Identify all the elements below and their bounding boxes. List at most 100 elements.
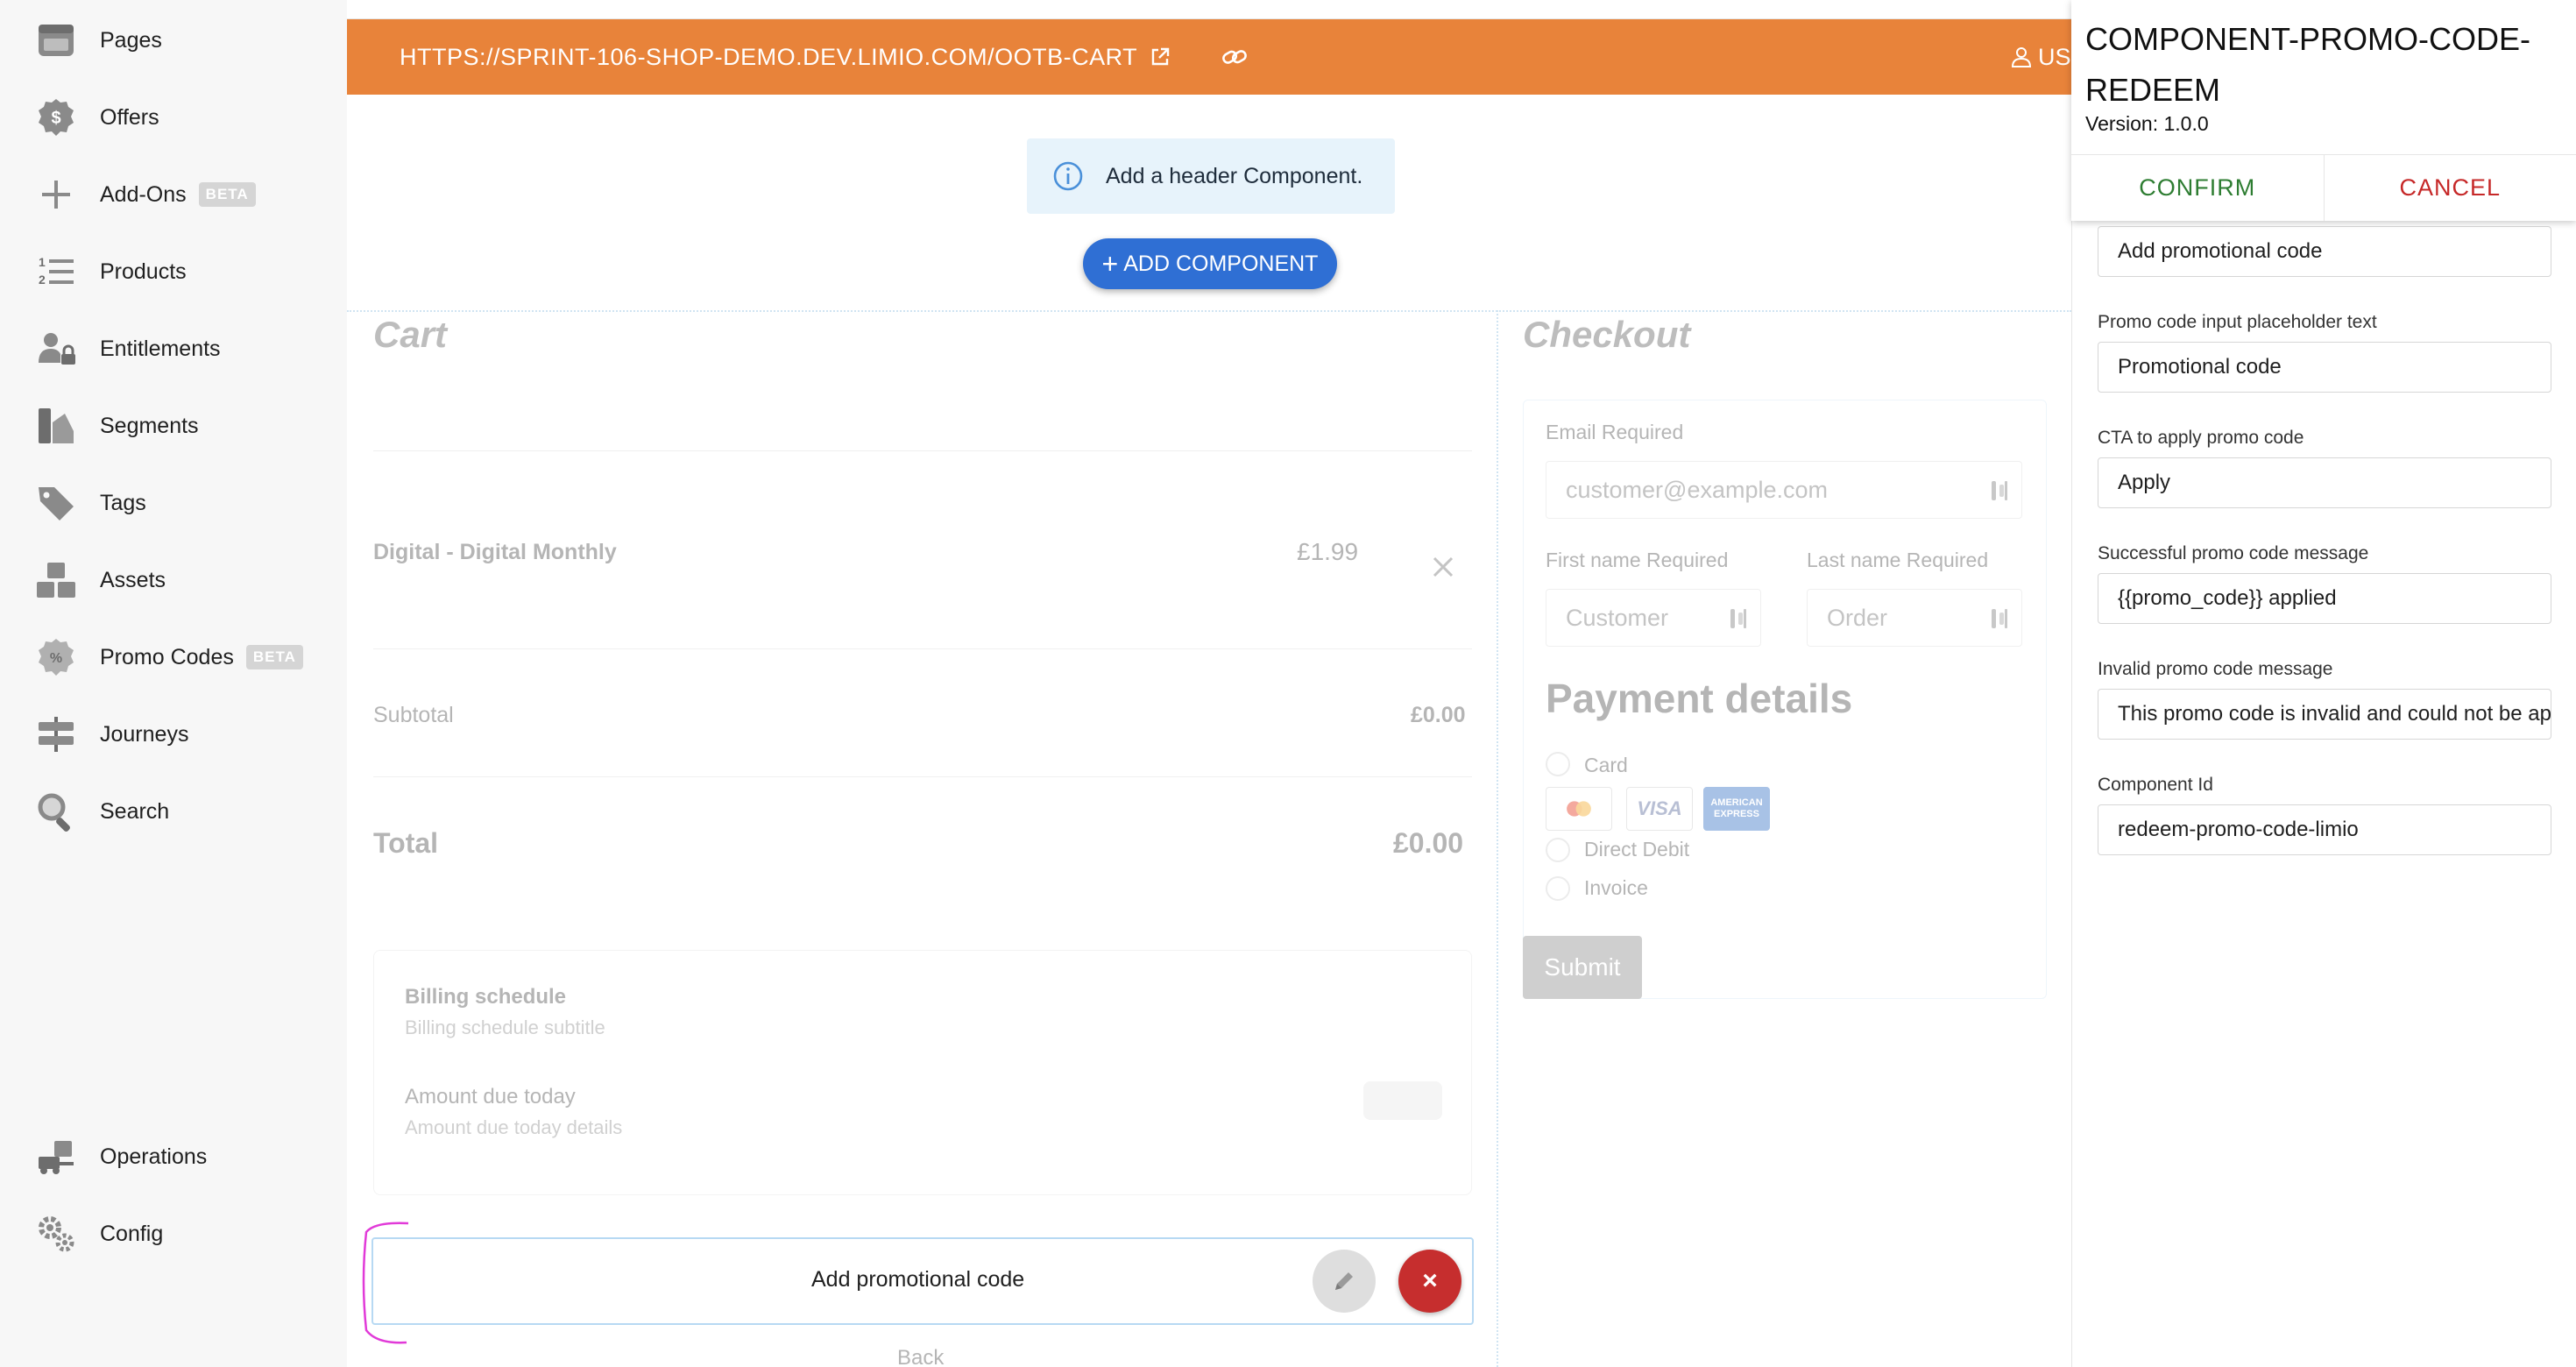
svg-text:2: 2 — [39, 273, 46, 287]
payment-card-label: Card — [1584, 754, 1628, 776]
close-icon: × — [1422, 1266, 1438, 1295]
link-icon[interactable] — [1221, 44, 1248, 70]
payment-direct-debit-label: Direct Debit — [1584, 838, 1690, 861]
checkout-title: Checkout — [1523, 314, 1691, 355]
email-field[interactable]: customer@example.com — [1546, 461, 2022, 519]
back-link[interactable]: Back — [897, 1346, 944, 1367]
cart-item-name: Digital - Digital Monthly — [373, 540, 617, 564]
confirm-button[interactable]: CONFIRM — [2071, 155, 2325, 221]
header-placeholder-alert: Add a header Component. — [1027, 138, 1395, 214]
payment-invoice-radio[interactable] — [1546, 876, 1570, 901]
header-alert-text: Add a header Component. — [1106, 163, 1363, 188]
cta-input[interactable]: Apply — [2098, 457, 2551, 508]
payment-direct-debit-radio[interactable] — [1546, 838, 1570, 862]
percent-badge-icon: % — [33, 634, 79, 680]
sidebar-item-label: Tags — [100, 490, 146, 515]
svg-text:1: 1 — [39, 255, 46, 269]
last-name-placeholder: Order — [1827, 604, 1888, 631]
sidebar-item-add-ons[interactable]: Add-Ons BETA — [33, 168, 256, 221]
magnifier-icon — [33, 789, 79, 834]
annotation-bracket — [362, 1222, 409, 1344]
sidebar-item-journeys[interactable]: Journeys — [33, 708, 188, 761]
sidebar-item-assets[interactable]: Assets — [33, 554, 166, 606]
payment-details-title: Payment details — [1546, 676, 1853, 721]
last-name-label: Last name Required — [1807, 549, 1989, 571]
cancel-button[interactable]: CANCEL — [2324, 155, 2576, 221]
payment-card-radio[interactable] — [1546, 752, 1570, 776]
preview-url[interactable]: HTTPS://SPRINT-106-SHOP-DEMO.DEV.LIMIO.C… — [400, 44, 1137, 71]
add-component-button[interactable]: + ADD COMPONENT — [1083, 238, 1337, 289]
promo-code-component[interactable]: Add promotional code — [372, 1237, 1474, 1325]
cart-item-price: £1.99 — [1297, 538, 1359, 565]
sidebar: Pages $ Offers Add-Ons BETA 12 Products … — [0, 0, 347, 1367]
success-message-input[interactable]: {{promo_code}} applied — [2098, 573, 2551, 624]
sidebar-item-label: Pages — [100, 27, 162, 53]
panel-version: Version: 1.0.0 — [2085, 112, 2209, 135]
sidebar-item-promo-codes[interactable]: % Promo Codes BETA — [33, 631, 303, 684]
submit-button[interactable]: Submit — [1523, 936, 1642, 999]
placeholder-text-input[interactable]: Promotional code — [2098, 342, 2551, 393]
boxes-icon — [33, 557, 79, 603]
sidebar-item-products[interactable]: 12 Products — [33, 245, 187, 298]
first-name-placeholder: Customer — [1566, 604, 1669, 631]
last-name-field[interactable]: Order — [1807, 589, 2022, 647]
beta-badge: BETA — [198, 182, 256, 207]
divider — [373, 450, 1472, 451]
pencil-icon — [1335, 1272, 1353, 1290]
sidebar-item-label: Products — [100, 259, 187, 284]
cart-title: Cart — [373, 314, 448, 355]
amex-text-bottom: EXPRESS — [1714, 809, 1759, 819]
autofill-icon — [1730, 609, 1746, 628]
sidebar-item-label: Journeys — [100, 721, 189, 747]
edit-component-button[interactable] — [1313, 1250, 1376, 1313]
invalid-message-label: Invalid promo code message — [2098, 659, 2333, 679]
sidebar-item-entitlements[interactable]: Entitlements — [33, 322, 221, 375]
first-name-field[interactable]: Customer — [1546, 589, 1761, 647]
sidebar-item-search[interactable]: Search — [33, 785, 169, 838]
amex-logo: AMERICAN EXPRESS — [1703, 787, 1770, 831]
amount-due-subtitle: Amount due today details — [405, 1116, 623, 1138]
panel-header: COMPONENT-PROMO-CODE-REDEEM Version: 1.0… — [2071, 0, 2576, 221]
svg-text:%: % — [50, 651, 62, 666]
cta-label: CTA to apply promo code — [2098, 428, 2304, 448]
sidebar-item-segments[interactable]: Segments — [33, 400, 199, 452]
sidebar-item-label: Add-Ons — [100, 181, 187, 207]
panel-actions: CONFIRM CANCEL — [2071, 154, 2576, 221]
sidebar-item-config[interactable]: Config — [33, 1208, 163, 1260]
visa-text: VISA — [1637, 797, 1682, 819]
amex-text-top: AMERICAN — [1710, 797, 1763, 808]
sidebar-item-tags[interactable]: Tags — [33, 477, 146, 529]
placeholder-text-label: Promo code input placeholder text — [2098, 312, 2377, 332]
gears-icon — [33, 1211, 79, 1257]
autofill-icon — [1992, 609, 2007, 628]
subtotal-label: Subtotal — [373, 703, 454, 727]
sidebar-item-offers[interactable]: $ Offers — [33, 91, 159, 144]
sidebar-item-label: Assets — [100, 567, 166, 592]
success-message-label: Successful promo code message — [2098, 543, 2369, 563]
mastercard-logo — [1546, 787, 1612, 831]
component-id-input[interactable]: redeem-promo-code-limio — [2098, 804, 2551, 855]
visa-logo: VISA — [1626, 787, 1693, 831]
user-label: US — [2038, 43, 2071, 70]
email-placeholder: customer@example.com — [1566, 476, 1829, 503]
sidebar-item-pages[interactable]: Pages — [33, 14, 162, 67]
numbered-list-icon: 12 — [33, 249, 79, 294]
remove-component-button[interactable]: × — [1398, 1250, 1461, 1313]
tags-icon — [33, 480, 79, 526]
subtotal-value: £0.00 — [1411, 703, 1466, 727]
promo-title-input[interactable]: Add promotional code — [2098, 226, 2551, 277]
user-lock-icon — [33, 326, 79, 372]
sidebar-item-operations[interactable]: Operations — [33, 1130, 207, 1183]
mastercard-icon — [1567, 801, 1591, 817]
divider — [373, 648, 1472, 649]
amount-due-value-placeholder — [1363, 1081, 1442, 1120]
segments-icon — [33, 403, 79, 449]
divider — [373, 776, 1472, 777]
remove-item-close-icon[interactable] — [1432, 556, 1454, 578]
user-menu[interactable]: US — [2010, 44, 2071, 71]
svg-text:$: $ — [51, 109, 60, 128]
external-link-icon[interactable] — [1150, 46, 1171, 67]
signpost-icon — [33, 712, 79, 757]
plus-icon: + — [1101, 248, 1119, 280]
invalid-message-input[interactable]: This promo code is invalid and could not… — [2098, 689, 2551, 740]
